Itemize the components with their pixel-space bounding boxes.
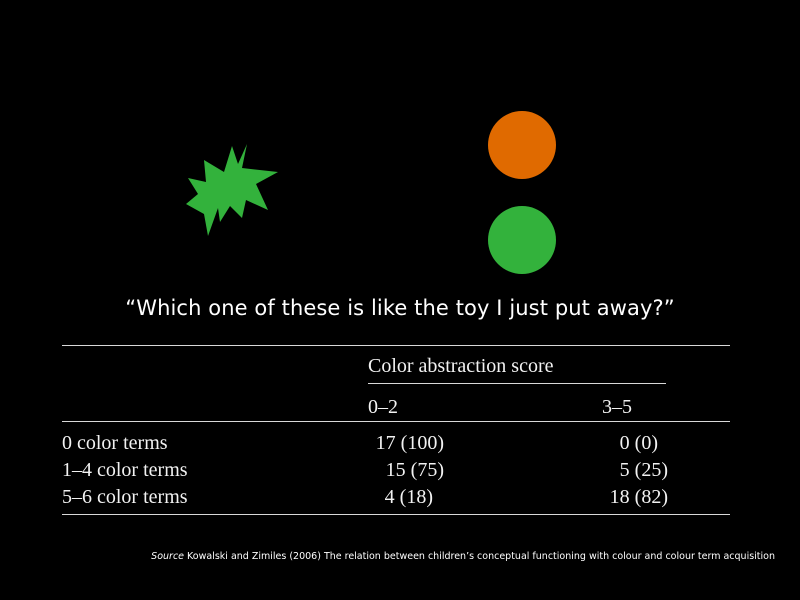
header-rule	[62, 421, 730, 422]
row-label: 0 color terms	[62, 432, 168, 454]
question-text: “Which one of these is like the toy I ju…	[125, 296, 675, 320]
column-header-3-5: 3–5	[602, 396, 632, 418]
source-text: Kowalski and Zimiles (2006) The relation…	[184, 551, 775, 562]
starburst-shape	[186, 144, 278, 236]
table-top-rule	[62, 345, 730, 346]
row-value-0-2: 15 (75)	[385, 459, 444, 481]
row-value-0-2: 4 (18)	[384, 486, 433, 508]
row-value-3-5: 18 (82)	[609, 486, 668, 508]
source-citation: Source Kowalski and Zimiles (2006) The r…	[0, 551, 775, 562]
green-circle	[488, 206, 556, 274]
group-header: Color abstraction score	[368, 355, 554, 377]
row-label: 5–6 color terms	[62, 486, 188, 508]
source-label: Source	[151, 551, 185, 562]
row-value-3-5: 5 (25)	[619, 459, 668, 481]
row-value-3-5: 0 (0)	[619, 432, 658, 454]
row-label: 1–4 color terms	[62, 459, 188, 481]
group-header-rule	[368, 383, 666, 384]
orange-circle	[488, 111, 556, 179]
column-header-0-2: 0–2	[368, 396, 398, 418]
slide: “Which one of these is like the toy I ju…	[0, 0, 800, 600]
starburst-polygon	[186, 144, 278, 236]
row-value-0-2: 17 (100)	[375, 432, 444, 454]
table-bottom-rule	[62, 514, 730, 515]
